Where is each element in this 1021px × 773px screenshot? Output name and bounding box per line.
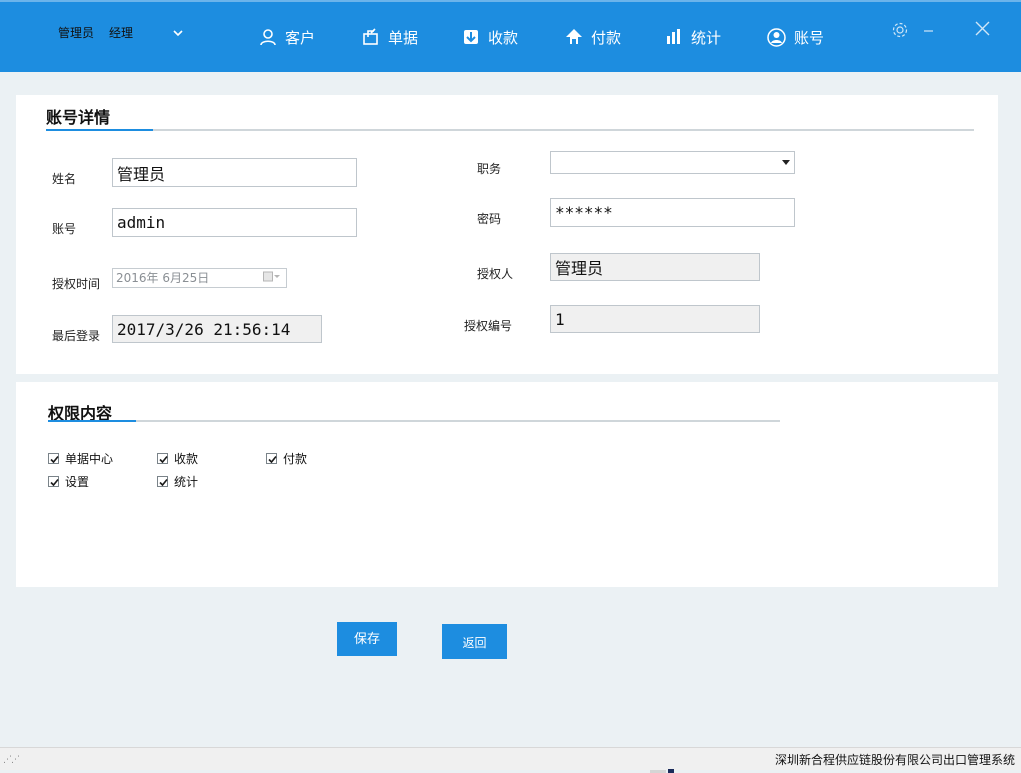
name-label: 姓名 [52,172,77,186]
close-icon [975,21,990,36]
status-bar: ⋰⋰ 深圳新合程供应链股份有限公司出口管理系统 [0,747,1021,770]
perm-payments-checkbox[interactable]: 付款 [266,450,307,467]
last-login-label: 最后登录 [52,329,101,343]
nav-documents-label: 单据 [388,28,419,47]
perm-settings-checkbox[interactable]: 设置 [48,473,89,490]
user-role: 经理 [109,26,134,40]
checkbox-checked-icon [157,476,168,487]
perm-payments-label: 付款 [283,452,308,466]
checkbox-checked-icon [48,453,59,464]
taskbar-indicator-icon [650,769,674,773]
permissions-section-divider [48,420,780,422]
nav-account-label: 账号 [794,28,825,47]
calendar-icon [263,271,280,282]
account-section-accent [46,129,153,131]
chevron-down-icon [173,30,183,37]
nav-receipts-label: 收款 [488,28,519,47]
perm-receipts-label: 收款 [174,452,199,466]
top-edge [0,0,1021,2]
auth-time-value: 2016年 6月25日 [116,271,210,285]
minimize-button[interactable] [923,22,935,41]
auth-number-label: 授权编号 [464,319,513,333]
last-login-input[interactable] [112,315,322,343]
checkbox-checked-icon [266,453,277,464]
auth-number-input[interactable] [550,305,760,333]
nav-statistics-label: 统计 [691,28,722,47]
password-label: 密码 [477,212,502,226]
gear-icon [892,22,908,38]
nav-documents[interactable]: 单据 [362,26,418,48]
nav-payments-label: 付款 [591,28,622,47]
perm-receipts-checkbox[interactable]: 收款 [157,450,198,467]
perm-documents-checkbox[interactable]: 单据中心 [48,450,113,467]
user-icon [260,29,276,46]
nav-statistics[interactable]: 统计 [665,26,721,48]
user-name: 管理员 [58,26,95,40]
perm-statistics-checkbox[interactable]: 统计 [157,473,198,490]
receive-payment-icon [464,30,478,44]
position-select[interactable] [550,151,795,174]
close-button[interactable] [975,21,990,39]
save-button[interactable]: 保存 [337,622,397,656]
authorizer-label: 授权人 [477,267,514,281]
auth-time-date-picker[interactable]: 2016年 6月25日 [112,268,287,288]
send-payment-icon [566,29,582,44]
authorizer-input[interactable] [550,253,760,281]
perm-documents-label: 单据中心 [65,452,114,466]
position-label: 职务 [477,162,502,176]
nav-account[interactable]: 账号 [767,26,824,48]
password-input[interactable] [550,198,795,227]
account-input[interactable] [112,208,357,237]
permissions-section-accent [48,420,136,422]
perm-statistics-label: 统计 [174,475,199,489]
nav-receipts[interactable]: 收款 [462,26,518,48]
back-button[interactable]: 返回 [442,624,507,659]
document-icon [363,28,378,45]
minimize-icon [924,30,933,32]
calendar-dropdown-button[interactable] [263,271,281,283]
account-section-title: 账号详情 [46,108,111,127]
auth-time-label: 授权时间 [52,277,101,291]
account-icon [767,27,786,47]
settings-button[interactable] [891,21,909,42]
nav-customers[interactable]: 客户 [259,26,315,48]
checkbox-checked-icon [48,476,59,487]
perm-settings-label: 设置 [65,475,90,489]
name-input[interactable] [112,158,357,187]
bar-chart-icon [667,29,680,44]
dropdown-arrow-icon [782,160,790,165]
account-label: 账号 [52,222,77,236]
user-menu-dropdown[interactable] [171,26,185,40]
top-navigation-bar: 管理员 经理 客户 单据 收款 付款 统计 账号 [0,0,1021,72]
checkbox-checked-icon [157,453,168,464]
account-section-divider [46,129,974,131]
nav-customers-label: 客户 [285,28,316,47]
resize-grip-icon[interactable]: ⋰⋰ [3,755,20,765]
company-system-name: 深圳新合程供应链股份有限公司出口管理系统 [774,753,1015,767]
nav-payments[interactable]: 付款 [565,26,621,48]
